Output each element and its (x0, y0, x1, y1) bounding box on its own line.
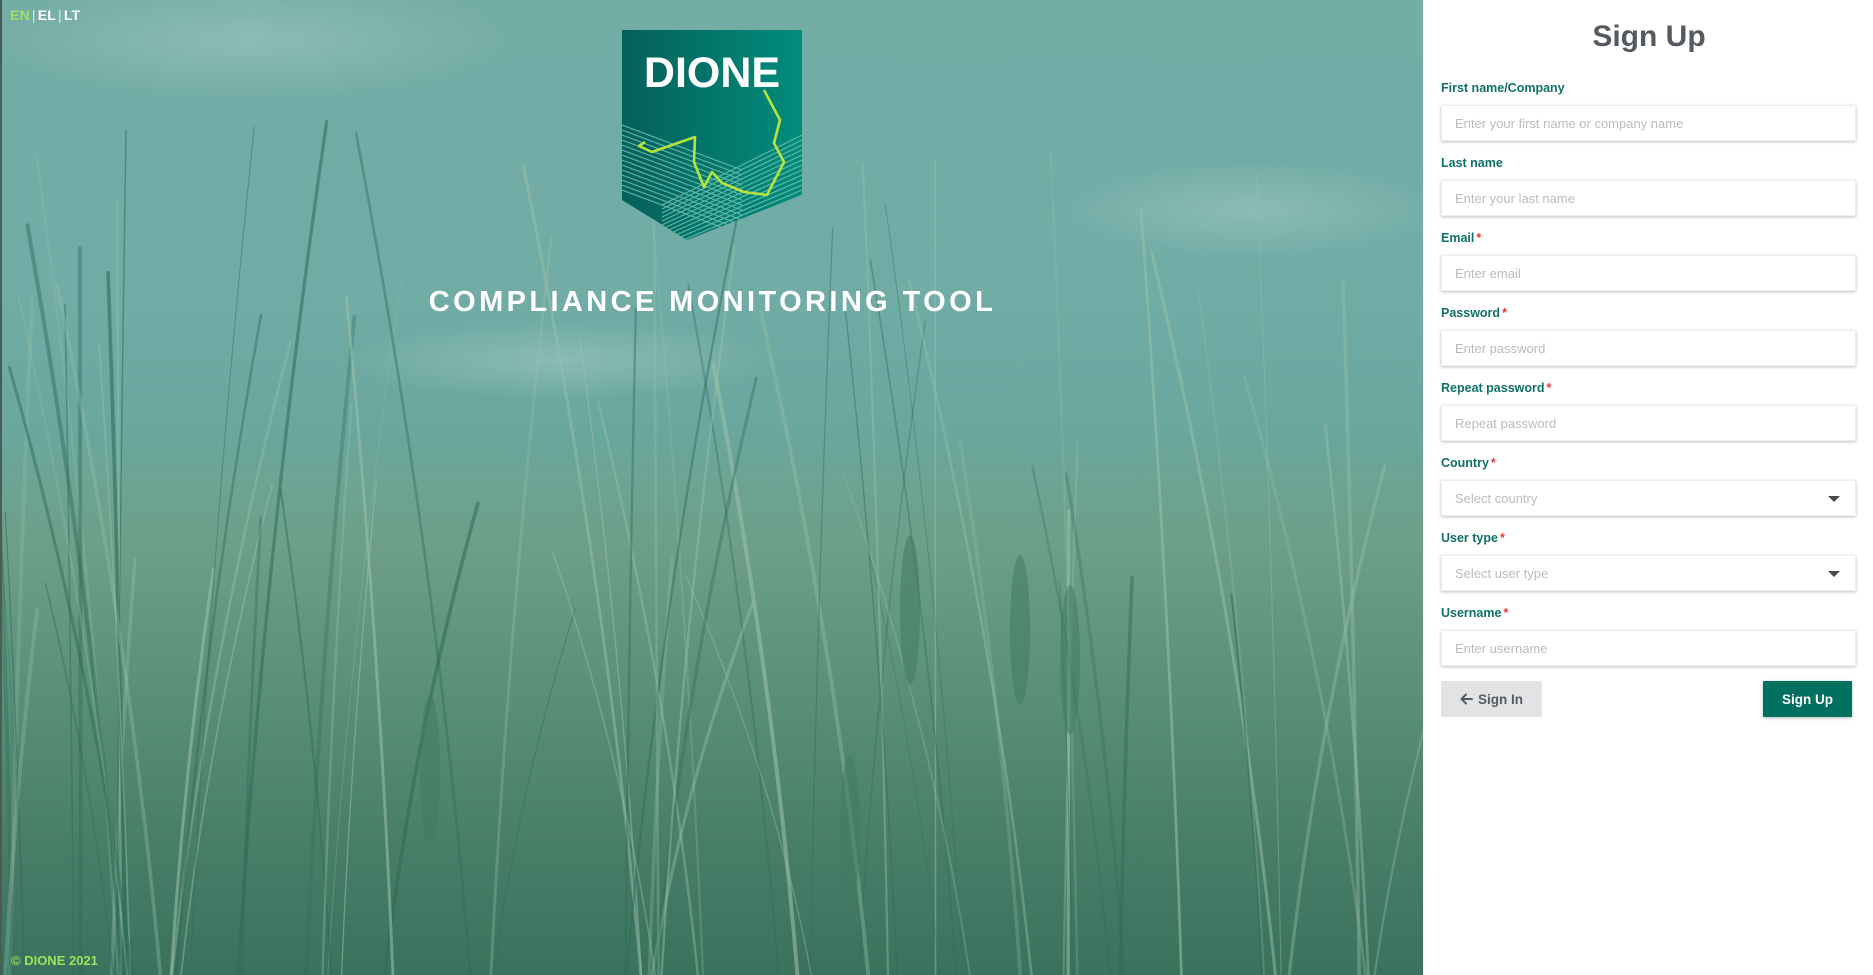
country-select[interactable]: Select country (1441, 480, 1856, 516)
language-switcher: EN | EL | LT (10, 7, 80, 23)
first-name-field: First name/Company (1441, 80, 1856, 141)
repeat-password-field: Repeat password * (1441, 380, 1856, 441)
wheat-head (840, 755, 860, 905)
country-field: Country * Select country (1441, 455, 1856, 516)
dione-logo: DIONE (622, 30, 802, 240)
left-edge (0, 0, 2, 975)
separator: | (31, 7, 36, 23)
required-mark: * (1503, 606, 1509, 620)
password-input-box[interactable] (1441, 330, 1856, 366)
wheat-head (1010, 555, 1030, 705)
required-mark: * (1490, 456, 1496, 470)
first-name-label: First name/Company (1441, 81, 1565, 95)
language-option-en[interactable]: EN (10, 7, 30, 23)
email-input-box[interactable] (1441, 255, 1856, 291)
wheat-head (900, 535, 920, 685)
chevron-down-icon[interactable] (1828, 496, 1840, 502)
sign-up-label: Sign Up (1782, 691, 1833, 707)
arrow-left-icon (1460, 693, 1473, 705)
user-type-label: User type * (1441, 531, 1505, 545)
sign-up-button[interactable]: Sign Up (1763, 681, 1852, 717)
repeat-password-input[interactable] (1455, 415, 1842, 431)
separator: | (58, 7, 62, 23)
language-option-lt[interactable]: LT (64, 7, 80, 23)
password-input[interactable] (1455, 340, 1842, 356)
last-name-field: Last name (1441, 155, 1856, 216)
country-label: Country * (1441, 456, 1496, 470)
wheat-head (1060, 585, 1080, 735)
required-mark: * (1499, 531, 1505, 545)
username-label: Username * (1441, 606, 1509, 620)
user-type-select[interactable]: Select user type (1441, 555, 1856, 591)
password-field: Password * (1441, 305, 1856, 366)
required-mark: * (1476, 231, 1482, 245)
country-select-placeholder: Select country (1455, 490, 1538, 506)
app-title: COMPLIANCE MONITORING TOOL (428, 286, 997, 318)
email-input[interactable] (1455, 265, 1842, 281)
username-field: Username * (1441, 605, 1856, 666)
required-mark: * (1546, 381, 1552, 395)
hero-background: EN | EL | LT DIONE COMPLIANCE MONITORING TOO… (0, 0, 1423, 975)
wheat-head (420, 695, 440, 845)
user-type-select-placeholder: Select user type (1455, 565, 1549, 581)
copyright: © DIONE 2021 (11, 953, 98, 968)
repeat-password-label: Repeat password * (1441, 381, 1552, 395)
last-name-input-box[interactable] (1441, 180, 1856, 216)
last-name-input[interactable] (1455, 190, 1842, 206)
username-input[interactable] (1455, 640, 1842, 656)
email-label: Email * (1441, 231, 1482, 245)
password-label: Password * (1441, 306, 1507, 320)
chevron-down-icon[interactable] (1828, 571, 1840, 577)
email-field: Email * (1441, 230, 1856, 291)
signup-panel: Sign Up First name/Company Last name Ema… (1423, 0, 1873, 975)
page-title: Sign Up (1592, 20, 1706, 53)
required-mark: * (1502, 306, 1507, 320)
repeat-password-input-box[interactable] (1441, 405, 1856, 441)
first-name-input-box[interactable] (1441, 105, 1856, 141)
user-type-field: User type * Select user type (1441, 530, 1856, 591)
last-name-label: Last name (1441, 156, 1503, 170)
username-input-box[interactable] (1441, 630, 1856, 666)
first-name-input[interactable] (1455, 115, 1842, 131)
sign-in-label: Sign In (1478, 691, 1523, 707)
sign-in-button[interactable]: Sign In (1441, 681, 1542, 717)
language-option-el[interactable]: EL (38, 7, 56, 23)
logo-text: DIONE (644, 49, 780, 97)
